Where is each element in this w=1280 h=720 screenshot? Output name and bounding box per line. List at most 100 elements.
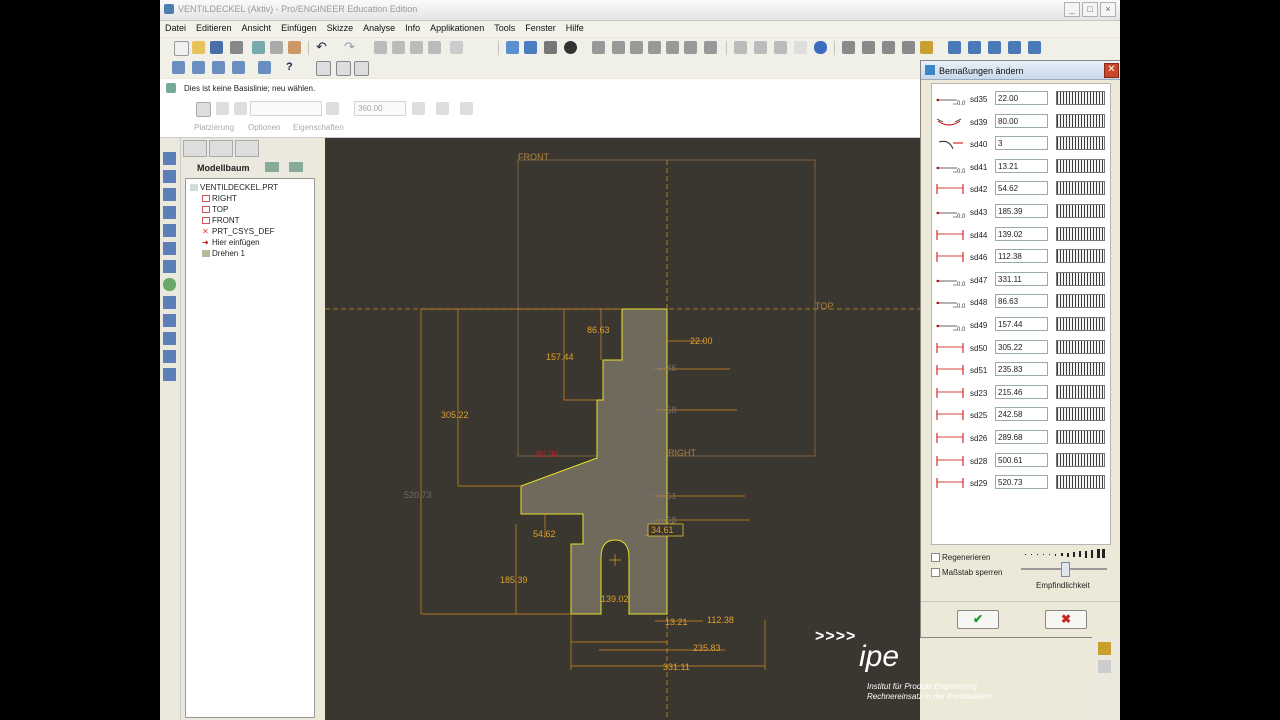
repaint-icon[interactable]	[270, 41, 283, 54]
thumbwheel[interactable]	[1056, 226, 1105, 241]
menu-tools[interactable]: Tools	[489, 21, 520, 37]
dim-235-83[interactable]: 235.83	[693, 643, 721, 653]
thumbwheel[interactable]	[1056, 475, 1105, 490]
paste-special-icon[interactable]	[428, 41, 441, 54]
shading-icon[interactable]	[564, 41, 577, 54]
thumbwheel[interactable]	[1056, 249, 1105, 264]
dim-289-68[interactable]: 289.68	[649, 515, 677, 525]
grid-display-icon[interactable]	[212, 61, 225, 74]
menu-info[interactable]: Info	[400, 21, 425, 37]
tree-item[interactable]: TOP	[202, 205, 228, 214]
select-box-icon[interactable]	[450, 41, 463, 54]
spline-tool-icon[interactable]	[163, 260, 176, 273]
close-button[interactable]: ×	[1100, 2, 1116, 17]
copy-icon[interactable]	[392, 41, 405, 54]
sketcher-display-icon[interactable]	[172, 61, 185, 74]
dim-80-00[interactable]: 80.00	[536, 449, 559, 459]
menu-analyse[interactable]: Analyse	[358, 21, 400, 37]
dimension-value-input[interactable]: 289.68	[995, 430, 1048, 444]
saved-views-icon[interactable]	[666, 41, 679, 54]
flip-icon[interactable]	[412, 102, 425, 115]
dimension-value-input[interactable]: 3	[995, 136, 1048, 151]
tree-item[interactable]: ✕ PRT_CSYS_DEF	[202, 227, 275, 236]
thumbwheel[interactable]	[1056, 362, 1105, 377]
vertex-display-icon[interactable]	[232, 61, 245, 74]
undo-icon[interactable]: ↶	[316, 40, 329, 54]
dim-331-11[interactable]: 331.11	[663, 662, 690, 672]
dimension-value-input[interactable]: 22.00	[995, 91, 1048, 105]
dimension-value-input[interactable]: 157.44	[995, 317, 1048, 331]
new-file-icon[interactable]	[174, 41, 189, 56]
thumbwheel[interactable]	[1056, 204, 1105, 218]
thumbwheel[interactable]	[1056, 136, 1105, 151]
dimension-value-input[interactable]: 520.73	[995, 475, 1048, 490]
activate-window-icon[interactable]	[336, 61, 351, 76]
dialog-close-button[interactable]: ✕	[1104, 63, 1119, 78]
circle-tool-icon[interactable]	[163, 206, 176, 219]
constraint-tool-icon[interactable]	[163, 332, 176, 345]
view-manager-icon[interactable]	[704, 41, 717, 54]
menu-datei[interactable]: Datei	[160, 21, 191, 37]
surface-option-icon[interactable]	[216, 102, 229, 115]
tab-folder-browser[interactable]	[209, 140, 233, 157]
select-tool-icon[interactable]	[1098, 642, 1111, 655]
menu-applikationen[interactable]: Applikationen	[425, 21, 489, 37]
tree-item[interactable]: ➜ Hier einfügen	[202, 238, 260, 247]
hidden-line-icon[interactable]	[754, 41, 767, 54]
thumbwheel[interactable]	[1056, 407, 1105, 422]
paste-icon[interactable]	[410, 41, 423, 54]
zoom-in-icon[interactable]	[592, 41, 605, 54]
arc-tool-icon[interactable]	[163, 224, 176, 237]
menu-einfuegen[interactable]: Einfügen	[276, 21, 322, 37]
menu-ansicht[interactable]: Ansicht	[237, 21, 277, 37]
csys-icon[interactable]	[902, 41, 915, 54]
dimension-value-input[interactable]: 139.02	[995, 226, 1048, 241]
thumbwheel[interactable]	[1056, 271, 1105, 286]
sketch-settings-icon[interactable]	[258, 61, 271, 74]
save-icon[interactable]	[210, 41, 223, 54]
menu-hilfe[interactable]: Hilfe	[561, 21, 589, 37]
menu-editieren[interactable]: Editieren	[191, 21, 237, 37]
dimension-value-input[interactable]: 500.61	[995, 452, 1048, 467]
datum-points-icon[interactable]	[882, 41, 895, 54]
zoom-out-icon[interactable]	[612, 41, 625, 54]
regenerate-checkbox[interactable]	[931, 553, 940, 562]
sensitivity-slider-thumb[interactable]	[1061, 562, 1070, 577]
angle-input[interactable]: 360.00	[354, 101, 406, 116]
axis-collector-input[interactable]	[250, 101, 322, 116]
dim-500-61[interactable]: 500.61	[649, 491, 677, 501]
tab-model-tree[interactable]	[183, 140, 207, 157]
open-folder-icon[interactable]	[192, 41, 205, 54]
point-tool-icon[interactable]	[163, 278, 176, 291]
constraint-display-icon[interactable]	[192, 61, 205, 74]
thumbwheel[interactable]	[1056, 430, 1105, 444]
dim-215-46[interactable]: 215.46	[649, 363, 677, 373]
dimension-value-input[interactable]: 185.39	[995, 204, 1048, 218]
dimension-value-input[interactable]: 13.21	[995, 158, 1048, 173]
cut-icon[interactable]	[374, 41, 387, 54]
tree-item[interactable]: RIGHT	[202, 194, 237, 203]
remove-material-icon[interactable]	[436, 102, 449, 115]
thumbwheel[interactable]	[1056, 113, 1105, 128]
solid-option-icon[interactable]	[196, 102, 211, 117]
dimension-value-input[interactable]: 86.63	[995, 294, 1048, 309]
wireframe-icon[interactable]	[734, 41, 747, 54]
thumbwheel[interactable]	[1056, 91, 1105, 105]
datum-planes-icon[interactable]	[842, 41, 855, 54]
dim-305-22[interactable]: 305.22	[441, 410, 469, 420]
dim-86-63[interactable]: 86.63	[587, 325, 610, 335]
sketch-tool-4-icon[interactable]	[1008, 41, 1021, 54]
ok-button[interactable]: ✔	[957, 610, 999, 629]
tab-eigenschaften[interactable]: Eigenschaften	[293, 123, 344, 132]
thumbwheel[interactable]	[1056, 158, 1105, 173]
sketch-profile[interactable]	[520, 308, 668, 615]
lock-scale-checkbox[interactable]	[931, 568, 940, 577]
window-icon[interactable]	[316, 61, 331, 76]
trim-tool-icon[interactable]	[163, 350, 176, 363]
dim-242-58[interactable]: 242.58	[649, 405, 677, 415]
dimension-value-input[interactable]: 112.38	[995, 249, 1048, 264]
thumbwheel[interactable]	[1056, 317, 1105, 331]
dim-112-38[interactable]: 112.38	[707, 615, 734, 625]
dimension-tool-icon[interactable]	[163, 152, 176, 165]
sketch-tool-3-icon[interactable]	[988, 41, 1001, 54]
